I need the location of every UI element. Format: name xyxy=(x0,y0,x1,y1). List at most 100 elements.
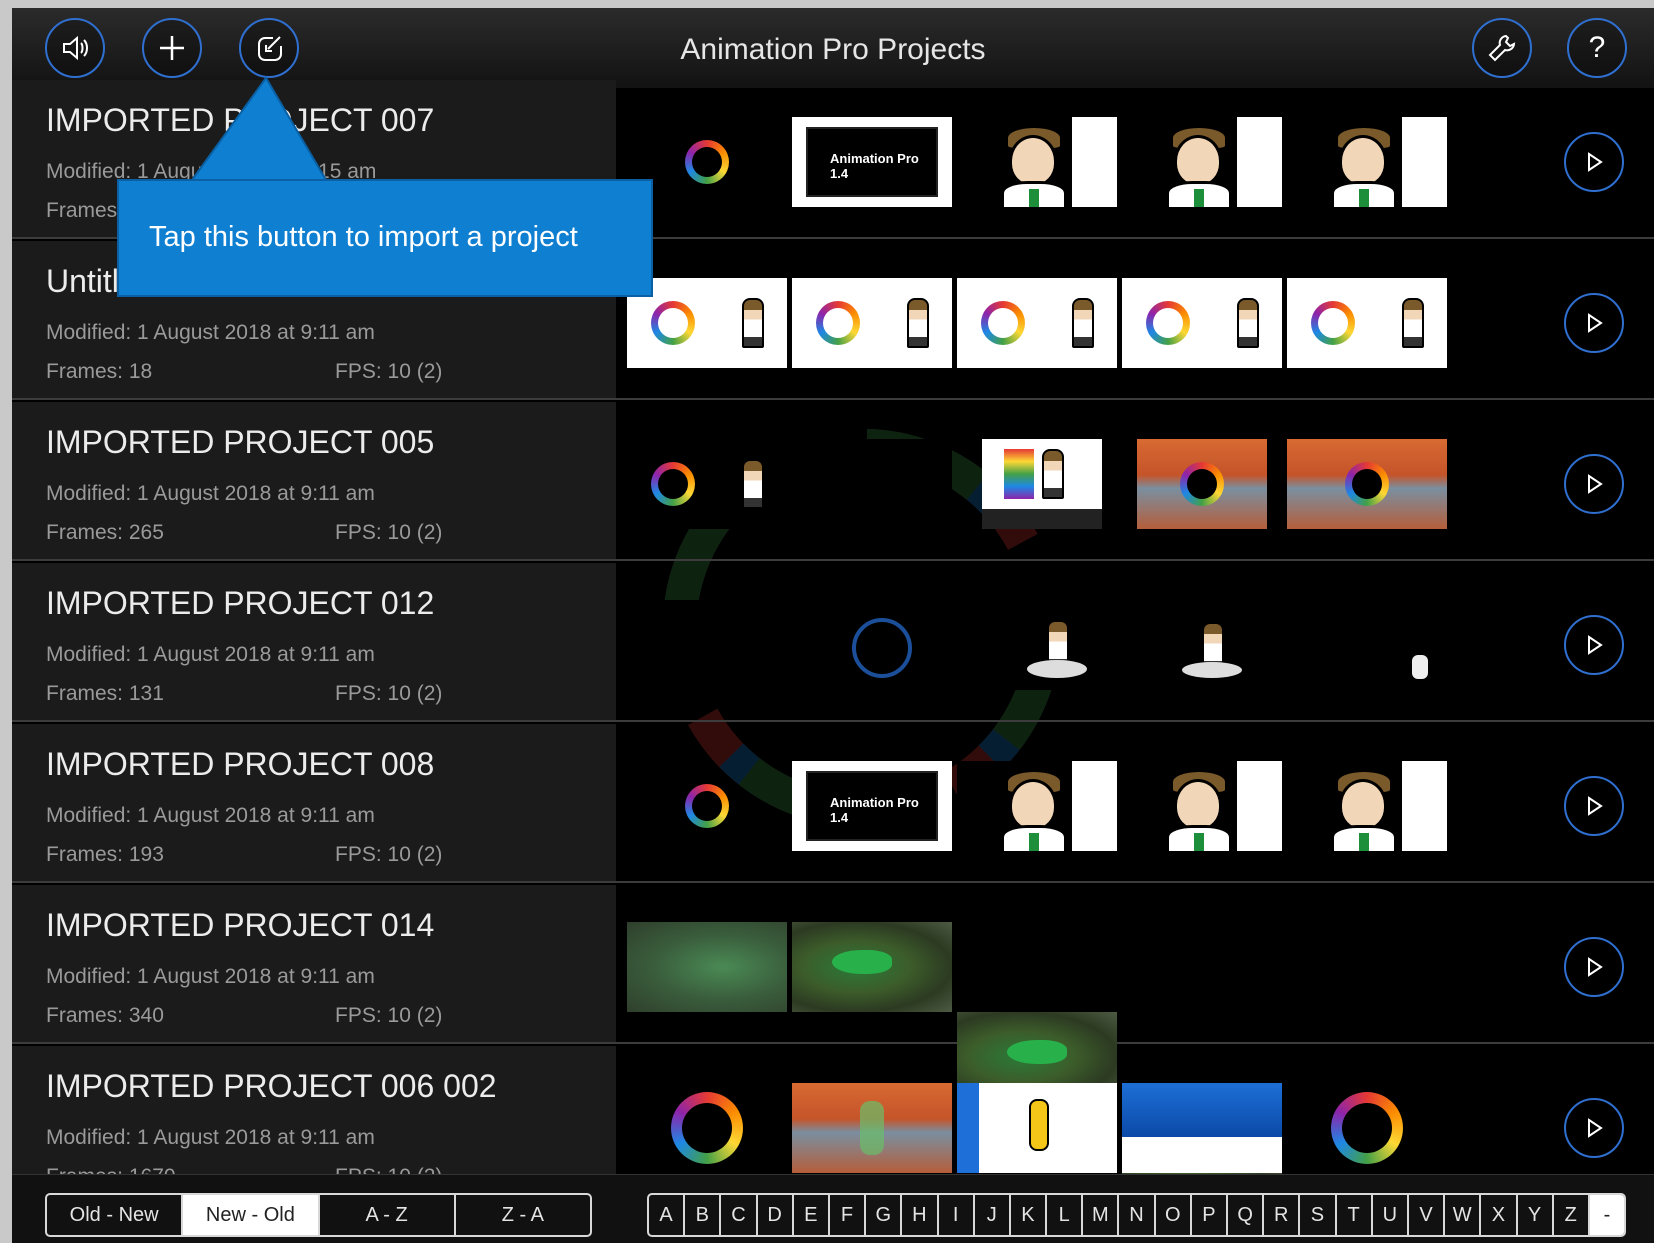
project-frames: Frames: 131 xyxy=(46,682,164,705)
frame-thumbnail xyxy=(1287,761,1447,851)
alpha-index-k[interactable]: K xyxy=(1011,1195,1048,1235)
play-button[interactable] xyxy=(1564,1098,1624,1158)
page-title: Animation Pro Projects xyxy=(680,33,986,66)
alpha-index-c[interactable]: C xyxy=(721,1195,758,1235)
frame-thumbnail xyxy=(957,278,1117,368)
alpha-index-x[interactable]: X xyxy=(1481,1195,1518,1235)
frame-thumbnail xyxy=(1122,761,1282,851)
callout-text: Tap this button to import a project xyxy=(149,221,578,253)
sort-old-new[interactable]: Old - New xyxy=(47,1195,184,1235)
project-info[interactable]: IMPORTED PROJECT 005 Modified: 1 August … xyxy=(12,402,616,559)
color-wheel-icon xyxy=(685,140,729,184)
color-wheel-icon xyxy=(1345,462,1389,506)
project-name: IMPORTED PROJECT 012 xyxy=(46,585,435,621)
frame-thumbnail xyxy=(957,1083,1117,1173)
play-icon xyxy=(1588,474,1603,494)
alpha-index-i[interactable]: I xyxy=(939,1195,975,1235)
color-wheel-icon xyxy=(1145,301,1190,345)
sort-segmented-control: Old - New New - Old A - Z Z - A xyxy=(45,1193,592,1237)
alpha-index-n[interactable]: N xyxy=(1119,1195,1156,1235)
bottom-toolbar: Old - New New - Old A - Z Z - A ABCDEFGH… xyxy=(12,1174,1654,1243)
alpha-index-u[interactable]: U xyxy=(1373,1195,1409,1235)
frame-thumbnail xyxy=(1122,278,1282,368)
project-row[interactable]: IMPORTED PROJECT 012 Modified: 1 August … xyxy=(12,563,1654,722)
project-info[interactable]: IMPORTED PROJECT 012 Modified: 1 August … xyxy=(12,563,616,720)
frame-thumbnail xyxy=(1122,1083,1282,1173)
help-button[interactable]: ? xyxy=(1567,18,1627,78)
alpha-index-f[interactable]: F xyxy=(830,1195,867,1235)
play-icon xyxy=(1588,1118,1603,1138)
project-fps: FPS: 10 (2) xyxy=(335,360,443,383)
frame-thumbnail: Animation Pro 1.4 xyxy=(792,117,952,207)
frame-thumbnail xyxy=(1137,439,1267,529)
play-button[interactable] xyxy=(1564,293,1624,353)
project-row[interactable]: IMPORTED PROJECT 006 002 Modified: 1 Aug… xyxy=(12,1046,1654,1174)
project-modified: Modified: 1 August 2018 at 9:11 am xyxy=(46,321,375,344)
frame-thumbnail xyxy=(792,439,952,529)
project-info[interactable]: IMPORTED PROJECT 006 002 Modified: 1 Aug… xyxy=(12,1046,616,1174)
project-fps: FPS: 10 (2) xyxy=(335,843,443,866)
alpha-index-g[interactable]: G xyxy=(866,1195,903,1235)
frame-thumbnail xyxy=(627,600,787,690)
alpha-index-a[interactable]: A xyxy=(649,1195,686,1235)
sort-a-z[interactable]: A - Z xyxy=(320,1195,456,1235)
project-frames: Frames: 265 xyxy=(46,521,164,544)
sort-z-a[interactable]: Z - A xyxy=(456,1195,590,1235)
frame-thumbnail xyxy=(1287,600,1447,690)
color-wheel-icon xyxy=(1180,462,1224,506)
settings-button[interactable] xyxy=(1472,18,1532,78)
frame-thumbnail xyxy=(792,278,952,368)
project-frames: Frames: 18 xyxy=(46,360,153,383)
alpha-index-j[interactable]: J xyxy=(975,1195,1011,1235)
alpha-index-d[interactable]: D xyxy=(758,1195,794,1235)
color-wheel-icon xyxy=(815,301,860,345)
project-row[interactable]: IMPORTED PROJECT 005 Modified: 1 August … xyxy=(12,402,1654,561)
frame-thumbnail xyxy=(957,117,1117,207)
play-button[interactable] xyxy=(1564,132,1624,192)
frame-thumbnail xyxy=(982,439,1102,529)
play-button[interactable] xyxy=(1564,454,1624,514)
frame-thumbnail xyxy=(957,761,1117,851)
project-info[interactable]: IMPORTED PROJECT 008 Modified: 1 August … xyxy=(12,724,616,881)
project-name: IMPORTED PROJECT 005 xyxy=(46,424,435,460)
alpha-index-dash[interactable]: - xyxy=(1589,1195,1624,1235)
alpha-index-t[interactable]: T xyxy=(1337,1195,1373,1235)
frame-thumbnail xyxy=(627,439,787,529)
alpha-index-w[interactable]: W xyxy=(1445,1195,1482,1235)
frame-thumbnail xyxy=(1122,600,1282,690)
alpha-index-l[interactable]: L xyxy=(1047,1195,1084,1235)
alpha-index-q[interactable]: Q xyxy=(1228,1195,1265,1235)
alpha-index-z[interactable]: Z xyxy=(1554,1195,1590,1235)
frame-thumbnail xyxy=(792,600,952,690)
project-frames: Frames: 193 xyxy=(46,843,164,866)
play-button[interactable] xyxy=(1564,937,1624,997)
callout-arrow xyxy=(192,76,328,181)
project-modified: Modified: 1 August 2018 at 9:11 am xyxy=(46,1126,375,1149)
project-frames: Frames: 340 xyxy=(46,1004,164,1027)
alpha-index-e[interactable]: E xyxy=(794,1195,830,1235)
frame-thumbnail xyxy=(1122,117,1282,207)
project-row[interactable]: IMPORTED PROJECT 014 Modified: 1 August … xyxy=(12,885,1654,1243)
play-button[interactable] xyxy=(1564,615,1624,675)
color-wheel-icon xyxy=(1310,301,1355,345)
alpha-index-m[interactable]: M xyxy=(1083,1195,1120,1235)
color-wheel-icon xyxy=(671,1092,743,1164)
project-row[interactable]: IMPORTED PROJECT 008 Modified: 1 August … xyxy=(12,724,1654,883)
sort-new-old[interactable]: New - Old xyxy=(183,1195,320,1235)
project-frames: Frames: xyxy=(46,199,124,222)
alpha-index-o[interactable]: O xyxy=(1156,1195,1192,1235)
play-button[interactable] xyxy=(1564,776,1624,836)
alpha-index-s[interactable]: S xyxy=(1300,1195,1337,1235)
help-icon: ? xyxy=(1588,31,1606,64)
alpha-index-y[interactable]: Y xyxy=(1518,1195,1554,1235)
color-wheel-icon xyxy=(980,301,1025,345)
project-info[interactable]: IMPORTED PROJECT 014 Modified: 1 August … xyxy=(12,885,616,1042)
alpha-index-v[interactable]: V xyxy=(1409,1195,1446,1235)
alpha-index-r[interactable]: R xyxy=(1264,1195,1301,1235)
alpha-index-p[interactable]: P xyxy=(1192,1195,1228,1235)
project-fps: FPS: 10 (2) xyxy=(335,682,443,705)
alpha-index-b[interactable]: B xyxy=(685,1195,722,1235)
project-fps: FPS: 10 (2) xyxy=(335,1165,442,1174)
alpha-index-h[interactable]: H xyxy=(902,1195,939,1235)
tooltip-callout: Tap this button to import a project xyxy=(117,179,653,297)
